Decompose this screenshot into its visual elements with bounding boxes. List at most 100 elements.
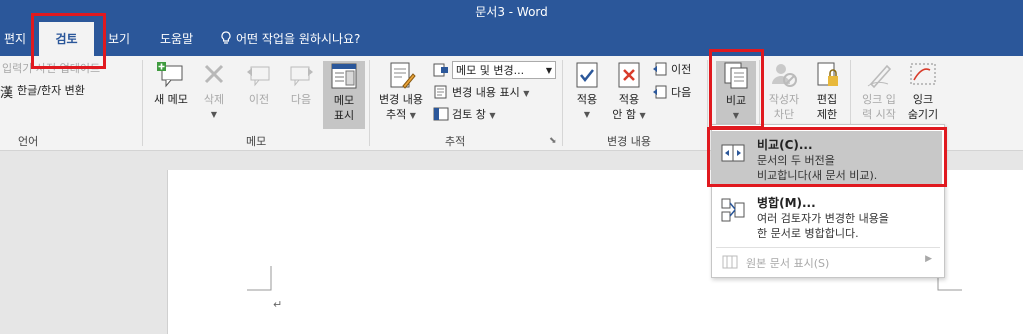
show-markup-button[interactable]: 변경 내용 표시 ▼ bbox=[433, 84, 529, 102]
next-comment-button[interactable]: 다음 bbox=[280, 60, 322, 107]
reject-label-2: 안 함 ▼ bbox=[608, 107, 650, 123]
tab-help[interactable]: 도움말 bbox=[154, 22, 199, 56]
hide-ink-icon bbox=[910, 63, 936, 85]
block-authors-button[interactable]: 작성자 차단 bbox=[762, 60, 806, 122]
delete-comment-button[interactable]: 삭제 ▼ bbox=[194, 60, 234, 122]
previous-comment-label: 이전 bbox=[248, 93, 270, 106]
chevron-down-icon: ▼ bbox=[639, 111, 646, 120]
compare-label: 비교 bbox=[725, 94, 747, 107]
track-changes-label-1: 변경 내용 bbox=[379, 93, 423, 106]
group-label-comments: 메모 bbox=[246, 135, 267, 148]
previous-change-icon bbox=[653, 62, 667, 76]
track-changes-label-2-text: 추적 bbox=[386, 108, 407, 121]
delete-comment-label: 삭제 bbox=[203, 93, 225, 106]
start-inking-label-1: 잉크 입 bbox=[862, 93, 896, 106]
markup-view-value: 메모 및 변경... bbox=[456, 64, 525, 77]
tab-review[interactable]: 검토 bbox=[39, 22, 94, 56]
tab-view[interactable]: 보기 bbox=[102, 22, 136, 56]
next-comment-label: 다음 bbox=[290, 93, 312, 106]
chevron-down-icon: ▼ bbox=[545, 66, 552, 75]
group-separator bbox=[369, 60, 370, 146]
next-change-label: 다음 bbox=[671, 86, 692, 99]
compare-item-desc-1: 문서의 두 버전을 bbox=[757, 154, 835, 167]
lightbulb-icon bbox=[221, 31, 231, 44]
track-changes-button[interactable]: 변경 내용 추적 ▼ bbox=[372, 60, 430, 123]
show-comments-icon bbox=[331, 63, 357, 89]
combine-item-desc-2: 한 문서로 병합합니다. bbox=[757, 227, 859, 240]
track-changes-icon bbox=[390, 62, 416, 89]
group-separator bbox=[562, 60, 563, 146]
window-title: 문서3 - Word bbox=[475, 5, 548, 19]
combine-item-desc-1: 여러 검토자가 변경한 내용을 bbox=[757, 212, 889, 225]
combine-documents-icon bbox=[721, 198, 745, 222]
block-authors-label-1: 작성자 bbox=[768, 93, 800, 106]
delete-comment-icon bbox=[204, 64, 224, 84]
pen-icon bbox=[867, 64, 892, 89]
show-comments-button[interactable]: 메모 표시 bbox=[323, 61, 365, 129]
compare-button[interactable]: 비교 ▼ bbox=[716, 61, 756, 129]
markup-view-dropdown[interactable]: 메모 및 변경... ▼ bbox=[452, 61, 556, 79]
reviewing-pane-icon bbox=[433, 107, 449, 121]
new-comment-button[interactable]: 새 메모 bbox=[149, 60, 193, 107]
group-label-language: 언어 bbox=[18, 135, 39, 148]
tab-mailings[interactable]: 편지 bbox=[0, 22, 32, 56]
accept-change-button[interactable]: 적용 ▼ bbox=[566, 60, 608, 122]
chevron-right-icon: ▶ bbox=[925, 254, 932, 264]
next-comment-icon bbox=[290, 66, 313, 87]
chevron-down-icon: ▼ bbox=[583, 110, 591, 119]
new-comment-icon bbox=[157, 62, 183, 88]
restrict-editing-label-2: 제한 bbox=[816, 108, 838, 121]
reject-change-button[interactable]: 적용 안 함 ▼ bbox=[608, 60, 650, 123]
chevron-down-icon: ▼ bbox=[489, 111, 496, 120]
new-comment-label: 새 메모 bbox=[154, 93, 188, 106]
reject-label-1: 적용 bbox=[618, 93, 640, 106]
combine-documents-item[interactable]: 병합(M)... 여러 검토자가 변경한 내용을 한 문서로 병합합니다. bbox=[712, 189, 942, 245]
group-separator bbox=[707, 60, 708, 146]
reviewing-pane-label: 검토 창 bbox=[452, 108, 486, 121]
show-markup-icon bbox=[434, 85, 447, 99]
restrict-editing-button[interactable]: 편집 제한 bbox=[808, 60, 846, 122]
hanja-icon: 漢 bbox=[0, 86, 14, 101]
hide-ink-button[interactable]: 잉크 숨기기 bbox=[904, 60, 942, 122]
update-input-label: 입력기 사전 업데이트 bbox=[2, 62, 101, 75]
block-authors-icon bbox=[772, 64, 797, 87]
show-comments-label-1: 메모 bbox=[333, 94, 355, 107]
group-label-tracking: 추적 bbox=[445, 135, 466, 148]
chevron-down-icon: ▼ bbox=[409, 111, 416, 120]
previous-comment-button[interactable]: 이전 bbox=[238, 60, 280, 107]
accept-icon bbox=[576, 62, 598, 88]
compare-item-desc-2: 비교합니다(새 문서 비교). bbox=[757, 169, 878, 182]
reviewing-pane-button[interactable]: 검토 창 ▼ bbox=[433, 106, 496, 124]
tell-me-box[interactable]: 어떤 작업을 원하시나요? bbox=[220, 22, 360, 56]
start-inking-button[interactable]: 잉크 입 력 시작 bbox=[854, 60, 904, 122]
paragraph-mark: ↵ bbox=[273, 298, 283, 311]
previous-change-button[interactable]: 이전 bbox=[652, 61, 691, 79]
combine-item-title: 병합(M)... bbox=[757, 196, 816, 210]
group-label-changes: 변경 내용 bbox=[607, 135, 651, 148]
chevron-down-icon: ▼ bbox=[732, 111, 740, 120]
show-comments-label-2: 표시 bbox=[333, 109, 355, 122]
restrict-editing-label-1: 편집 bbox=[816, 93, 838, 106]
title-bar: 문서3 - Word bbox=[0, 0, 1023, 22]
hanja-convert-button[interactable]: 漢 한글/한자 변환 bbox=[0, 82, 85, 101]
next-change-button[interactable]: 다음 bbox=[652, 84, 691, 102]
previous-change-label: 이전 bbox=[671, 63, 692, 76]
ribbon-tab-bar: 편지 검토 보기 도움말 어떤 작업을 원하시나요? bbox=[0, 22, 1023, 56]
previous-comment-icon bbox=[247, 66, 270, 87]
hanja-label: 한글/한자 변환 bbox=[17, 84, 85, 97]
tell-me-text: 어떤 작업을 원하시나요? bbox=[236, 32, 361, 46]
accept-label: 적용 bbox=[576, 93, 598, 106]
compare-item-title: 비교(C)... bbox=[757, 138, 813, 152]
source-documents-icon bbox=[722, 255, 738, 269]
margin-corner-mark bbox=[247, 266, 272, 291]
hide-ink-label-2: 숨기기 bbox=[907, 108, 939, 121]
menu-divider bbox=[716, 247, 940, 248]
update-input-dictionary-button[interactable]: 입력기 사전 업데이트 bbox=[2, 60, 100, 78]
markup-display-icon bbox=[433, 63, 449, 80]
compare-documents-item[interactable]: 비교(C)... 문서의 두 버전을 비교합니다(새 문서 비교). bbox=[712, 131, 942, 187]
chevron-down-icon: ▼ bbox=[210, 110, 218, 119]
show-source-documents-item[interactable]: 원본 문서 표시(S) ▶ bbox=[712, 250, 942, 274]
reject-icon bbox=[618, 62, 640, 88]
hide-ink-label-1: 잉크 bbox=[912, 93, 934, 106]
dialog-launcher-icon[interactable]: ⬊ bbox=[549, 136, 557, 146]
